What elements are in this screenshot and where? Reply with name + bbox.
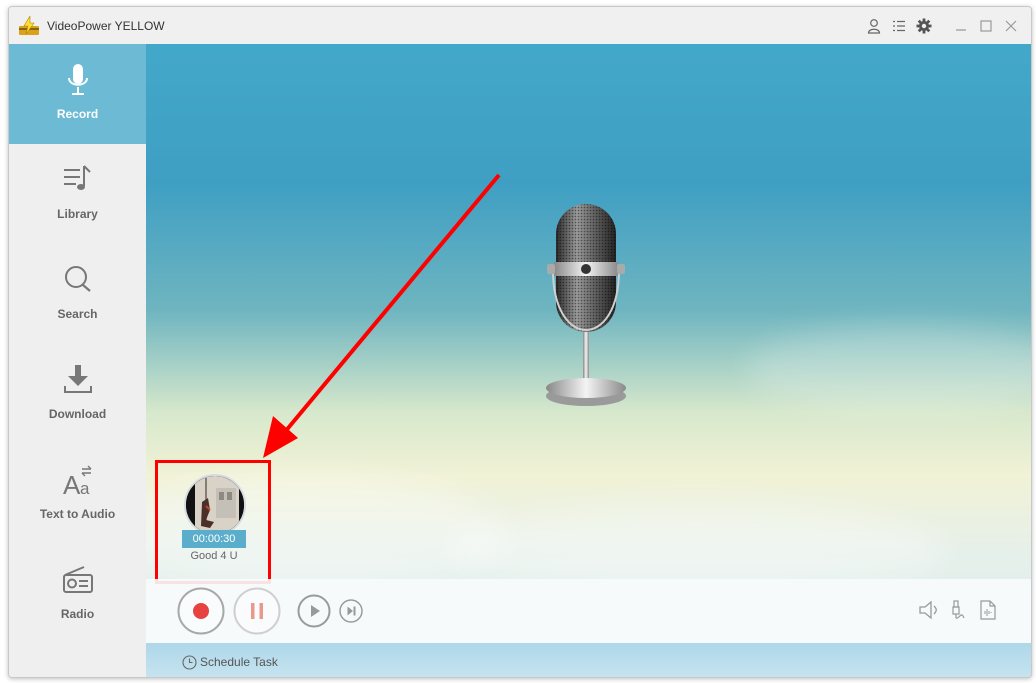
recorded-track-item[interactable]: 00:00:30 Good 4 U [166, 468, 266, 568]
sidebar-item-label: Record [56, 107, 99, 121]
text-to-audio-icon: A a [63, 465, 91, 498]
record-button[interactable] [177, 587, 225, 635]
close-icon[interactable] [1002, 17, 1020, 35]
title-bar: VideoPower YELLOW [9, 7, 1031, 44]
sidebar-nav: Record Library Search Download A a Text … [9, 44, 146, 677]
settings-gear-icon[interactable] [915, 17, 933, 35]
sidebar-item-text-to-audio[interactable]: A a Text to Audio [9, 444, 146, 544]
app-logo-icon [19, 16, 39, 35]
playback-controls [146, 579, 1031, 643]
track-duration: 00:00:30 [182, 530, 246, 548]
sidebar-item-label: Library [57, 207, 98, 221]
user-icon[interactable] [865, 17, 883, 35]
menu-list-icon[interactable] [890, 17, 908, 35]
app-window: VideoPower YELLOW Record Library Search … [8, 6, 1032, 678]
sidebar-item-label: Download [48, 407, 107, 421]
sidebar-item-radio[interactable]: Radio [9, 544, 146, 644]
pause-button[interactable] [233, 587, 281, 635]
sidebar-item-label: Search [57, 307, 98, 321]
app-title: VideoPower YELLOW [47, 19, 165, 33]
search-icon [64, 266, 91, 292]
microphone-icon [67, 64, 88, 95]
minimize-icon[interactable] [952, 17, 970, 35]
sidebar-item-download[interactable]: Download [9, 344, 146, 444]
sidebar-item-search[interactable]: Search [9, 244, 146, 344]
clock-icon [182, 654, 197, 670]
track-name: Good 4 U [190, 550, 238, 562]
cloud-decoration [746, 324, 1031, 414]
sidebar-item-label: Text to Audio [39, 507, 116, 521]
download-icon [63, 365, 92, 393]
record-panel: 00:00:30 Good 4 U Schedule Task [146, 44, 1031, 677]
music-library-icon [63, 165, 91, 190]
track-thumbnail [184, 474, 246, 536]
schedule-task-button[interactable]: Schedule Task [182, 654, 278, 670]
schedule-task-label: Schedule Task [200, 655, 278, 669]
sidebar-item-label: Radio [60, 607, 95, 621]
sidebar-item-library[interactable]: Library [9, 144, 146, 244]
footer-bar: Schedule Task [146, 643, 1031, 677]
audio-file-icon[interactable] [977, 599, 999, 621]
audio-input-icon[interactable] [948, 599, 970, 621]
microphone-illustration-icon [546, 204, 626, 406]
play-button[interactable] [297, 594, 331, 628]
maximize-icon[interactable] [977, 17, 995, 35]
svg-text:A: A [63, 470, 81, 498]
speaker-icon[interactable] [918, 599, 940, 621]
sidebar-item-record[interactable]: Record [9, 44, 146, 144]
skip-next-button[interactable] [339, 599, 363, 623]
svg-text:a: a [80, 479, 90, 498]
radio-icon [62, 566, 93, 593]
